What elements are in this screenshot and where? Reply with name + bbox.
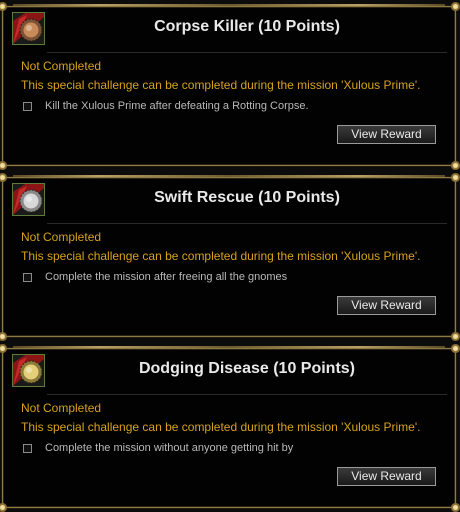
frame-corner-ornament <box>451 332 460 341</box>
challenge-description: This special challenge can be completed … <box>21 420 421 434</box>
objective-row: Kill the Xulous Prime after defeating a … <box>23 99 309 113</box>
bronze-medal-icon <box>12 12 45 45</box>
frame-corner-ornament <box>451 173 460 182</box>
objective-label: Complete the mission without anyone gett… <box>45 442 294 454</box>
silver-medal-icon <box>12 183 45 216</box>
description-area: This special challenge can be completed … <box>21 420 421 434</box>
view-reward-button[interactable]: View Reward <box>337 125 436 144</box>
completion-status: Not Completed <box>21 401 102 415</box>
frame-corner-ornament <box>451 161 460 170</box>
frame-corner-ornament <box>451 344 460 353</box>
frame-corner-ornament <box>0 344 7 353</box>
description-area: This special challenge can be completed … <box>21 78 421 92</box>
frame-corner-ornament <box>0 173 7 182</box>
challenge-title: Swift Rescue (10 Points) <box>154 189 340 206</box>
objective-label: Kill the Xulous Prime after defeating a … <box>45 100 309 112</box>
challenge-panel-swift-rescue: Swift Rescue (10 Points) Not Completed T… <box>0 173 460 341</box>
view-reward-button[interactable]: View Reward <box>337 296 436 315</box>
objective-checkbox <box>23 272 32 282</box>
challenge-description: This special challenge can be completed … <box>21 249 421 263</box>
description-area: This special challenge can be completed … <box>21 249 421 263</box>
gold-medal-icon <box>12 354 45 387</box>
objective-checkbox <box>23 443 32 453</box>
frame-ornament <box>13 4 445 6</box>
objective-row: Complete the mission without anyone gett… <box>23 441 293 455</box>
objective-label: Complete the mission after freeing all t… <box>45 271 288 283</box>
view-reward-button[interactable]: View Reward <box>337 467 436 486</box>
completion-status: Not Completed <box>21 59 102 73</box>
objective-row: Complete the mission after freeing all t… <box>23 270 287 284</box>
title-divider <box>47 52 447 53</box>
frame-corner-ornament <box>0 503 7 512</box>
frame-corner-ornament <box>0 2 7 11</box>
frame-corner-ornament <box>0 161 7 170</box>
frame-corner-ornament <box>451 2 460 11</box>
completion-status: Not Completed <box>21 230 102 244</box>
objective-checkbox <box>23 101 32 111</box>
frame-ornament <box>13 175 445 177</box>
challenge-panel-corpse-killer: Corpse Killer (10 Points) Not Completed … <box>0 2 460 170</box>
frame-corner-ornament <box>0 332 7 341</box>
title-divider <box>47 394 447 395</box>
title-divider <box>47 223 447 224</box>
challenge-panel-dodging-disease: Dodging Disease (10 Points) Not Complete… <box>0 344 460 512</box>
challenge-description: This special challenge can be completed … <box>21 78 421 92</box>
challenge-title: Dodging Disease (10 Points) <box>138 360 356 377</box>
frame-ornament <box>13 346 445 348</box>
frame-corner-ornament <box>451 503 460 512</box>
challenge-title: Corpse Killer (10 Points) <box>154 18 340 35</box>
